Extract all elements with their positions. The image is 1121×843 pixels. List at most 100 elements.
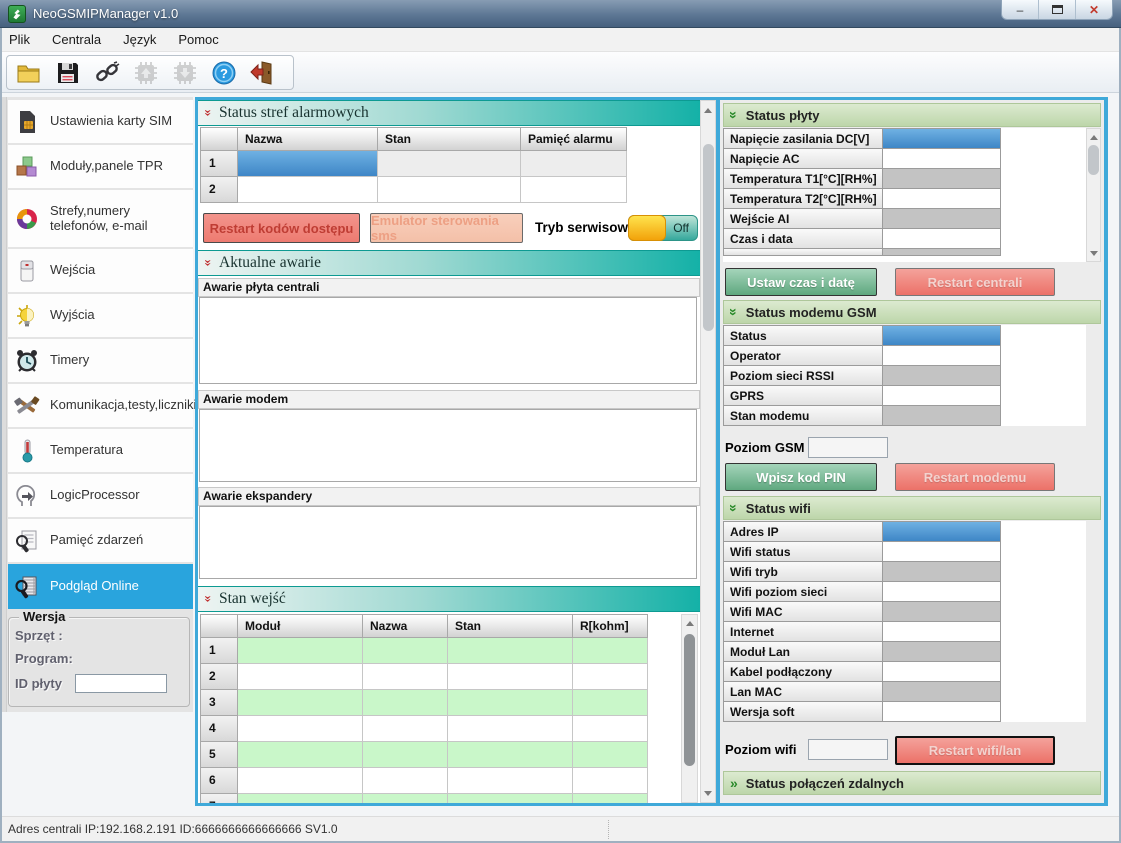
inputs-section-header[interactable]: » Stan wejść bbox=[198, 586, 700, 612]
wifi-row-value[interactable] bbox=[883, 581, 1001, 602]
sidebar-item-timers[interactable]: Timery bbox=[8, 339, 193, 382]
board-id-field[interactable] bbox=[75, 674, 167, 693]
inputs-cell[interactable] bbox=[573, 742, 648, 768]
inputs-cell[interactable] bbox=[448, 742, 573, 768]
wifi-level-field[interactable] bbox=[808, 739, 888, 760]
sidebar-item-communication[interactable]: Komunikacja,testy,liczniki bbox=[8, 384, 193, 427]
scroll-up-icon[interactable] bbox=[682, 615, 697, 631]
inputs-cell[interactable] bbox=[573, 690, 648, 716]
scroll-up-icon[interactable] bbox=[1087, 129, 1100, 145]
set-datetime-button[interactable]: Ustaw czas i datę bbox=[725, 268, 877, 296]
board-row-value[interactable] bbox=[883, 208, 1001, 229]
wifi-row-value[interactable] bbox=[883, 561, 1001, 582]
connect-button[interactable] bbox=[90, 58, 124, 88]
inputs-cell[interactable] bbox=[448, 664, 573, 690]
board-row-value[interactable] bbox=[883, 188, 1001, 209]
inputs-cell[interactable] bbox=[238, 638, 363, 664]
board-row-value[interactable] bbox=[883, 128, 1001, 149]
inputs-cell[interactable] bbox=[448, 716, 573, 742]
scroll-down-icon[interactable] bbox=[1087, 245, 1100, 261]
board-grid-scrollbar[interactable] bbox=[1086, 128, 1101, 262]
wifi-row-value[interactable] bbox=[883, 681, 1001, 702]
menu-jezyk[interactable]: Język bbox=[112, 28, 167, 52]
sidebar-item-online-preview[interactable]: Podgląd Online bbox=[8, 564, 193, 609]
board-row-value[interactable] bbox=[883, 148, 1001, 169]
board-faults-box[interactable] bbox=[199, 297, 697, 384]
wifi-row-value[interactable] bbox=[883, 521, 1001, 542]
expander-faults-box[interactable] bbox=[199, 506, 697, 579]
wifi-row-value[interactable] bbox=[883, 661, 1001, 682]
sidebar-item-event-memory[interactable]: Pamięć zdarzeń bbox=[8, 519, 193, 562]
exit-button[interactable] bbox=[246, 58, 280, 88]
inputs-cell[interactable] bbox=[573, 638, 648, 664]
inputs-cell[interactable] bbox=[363, 794, 448, 803]
inputs-cell[interactable] bbox=[573, 768, 648, 794]
board-row-value[interactable] bbox=[883, 228, 1001, 249]
sidebar-item-sim[interactable]: Ustawienia karty SIM bbox=[8, 100, 193, 143]
zones-cell[interactable] bbox=[378, 177, 521, 203]
scrollbar-thumb[interactable] bbox=[684, 634, 695, 766]
zones-cell[interactable] bbox=[521, 177, 627, 203]
gsm-status-header[interactable]: » Status modemu GSM bbox=[723, 300, 1101, 324]
zones-cell[interactable] bbox=[378, 151, 521, 177]
inputs-cell[interactable] bbox=[238, 690, 363, 716]
wifi-status-header[interactable]: » Status wifi bbox=[723, 496, 1101, 520]
wifi-row-value[interactable] bbox=[883, 701, 1001, 722]
remote-connections-header[interactable]: » Status połączeń zdalnych bbox=[723, 771, 1101, 795]
inputs-cell[interactable] bbox=[448, 638, 573, 664]
sidebar-item-zones[interactable]: Strefy,numery telefonów, e-mail bbox=[8, 190, 193, 247]
inputs-cell[interactable] bbox=[363, 742, 448, 768]
zones-cell-selected[interactable] bbox=[238, 151, 378, 177]
gsm-row-value[interactable] bbox=[883, 385, 1001, 406]
save-button[interactable] bbox=[51, 58, 85, 88]
restart-access-codes-button[interactable]: Restart kodów dostępu bbox=[203, 213, 360, 243]
sidebar-item-temperature[interactable]: Temperatura bbox=[8, 429, 193, 472]
board-row-value[interactable] bbox=[883, 248, 1001, 256]
menu-pomoc[interactable]: Pomoc bbox=[167, 28, 229, 52]
wifi-row-value[interactable] bbox=[883, 541, 1001, 562]
inputs-cell[interactable] bbox=[573, 794, 648, 803]
restart-wifi-lan-button[interactable]: Restart wifi/lan bbox=[895, 736, 1055, 765]
menu-centrala[interactable]: Centrala bbox=[41, 28, 112, 52]
menu-plik[interactable]: Plik bbox=[0, 28, 41, 52]
close-button[interactable]: ✕ bbox=[1076, 0, 1112, 19]
inputs-cell[interactable] bbox=[363, 690, 448, 716]
zones-cell[interactable] bbox=[521, 151, 627, 177]
inputs-cell[interactable] bbox=[238, 794, 363, 803]
sms-emulator-button[interactable]: Emulator sterowania sms bbox=[370, 213, 523, 243]
inputs-cell[interactable] bbox=[573, 664, 648, 690]
inputs-cell[interactable] bbox=[363, 768, 448, 794]
zones-col-stan[interactable]: Stan bbox=[378, 127, 521, 151]
sidebar-item-outputs[interactable]: Wyjścia bbox=[8, 294, 193, 337]
gsm-row-value[interactable] bbox=[883, 365, 1001, 386]
minimize-button[interactable]: – bbox=[1002, 0, 1039, 19]
scrollbar-thumb[interactable] bbox=[1088, 145, 1099, 175]
middle-panel-scrollbar[interactable] bbox=[700, 100, 716, 803]
open-folder-button[interactable] bbox=[12, 58, 46, 88]
gsm-row-value[interactable] bbox=[883, 405, 1001, 426]
faults-section-header[interactable]: » Aktualne awarie bbox=[198, 250, 700, 276]
gsm-row-value[interactable] bbox=[883, 325, 1001, 346]
scroll-down-icon[interactable] bbox=[701, 785, 715, 801]
wifi-row-value[interactable] bbox=[883, 601, 1001, 622]
sidebar-item-modules[interactable]: Moduły,panele TPR bbox=[8, 145, 193, 188]
inputs-cell[interactable] bbox=[238, 664, 363, 690]
inputs-cell[interactable] bbox=[448, 794, 573, 803]
service-mode-toggle[interactable]: Off bbox=[628, 215, 698, 241]
inputs-cell[interactable] bbox=[363, 716, 448, 742]
inputs-col-nazwa[interactable]: Nazwa bbox=[363, 614, 448, 638]
inputs-cell[interactable] bbox=[238, 768, 363, 794]
zones-col-nazwa[interactable]: Nazwa bbox=[238, 127, 378, 151]
inputs-cell[interactable] bbox=[448, 768, 573, 794]
sidebar-item-inputs[interactable]: Wejścia bbox=[8, 249, 193, 292]
wifi-row-value[interactable] bbox=[883, 641, 1001, 662]
help-button[interactable]: ? bbox=[207, 58, 241, 88]
zones-section-header[interactable]: » Status stref alarmowych bbox=[198, 100, 700, 126]
inputs-cell[interactable] bbox=[448, 690, 573, 716]
wifi-row-value[interactable] bbox=[883, 621, 1001, 642]
modem-faults-box[interactable] bbox=[199, 409, 697, 482]
inputs-cell[interactable] bbox=[238, 716, 363, 742]
inputs-col-stan[interactable]: Stan bbox=[448, 614, 573, 638]
inputs-cell[interactable] bbox=[363, 664, 448, 690]
sidebar-item-logicprocessor[interactable]: LogicProcessor bbox=[8, 474, 193, 517]
